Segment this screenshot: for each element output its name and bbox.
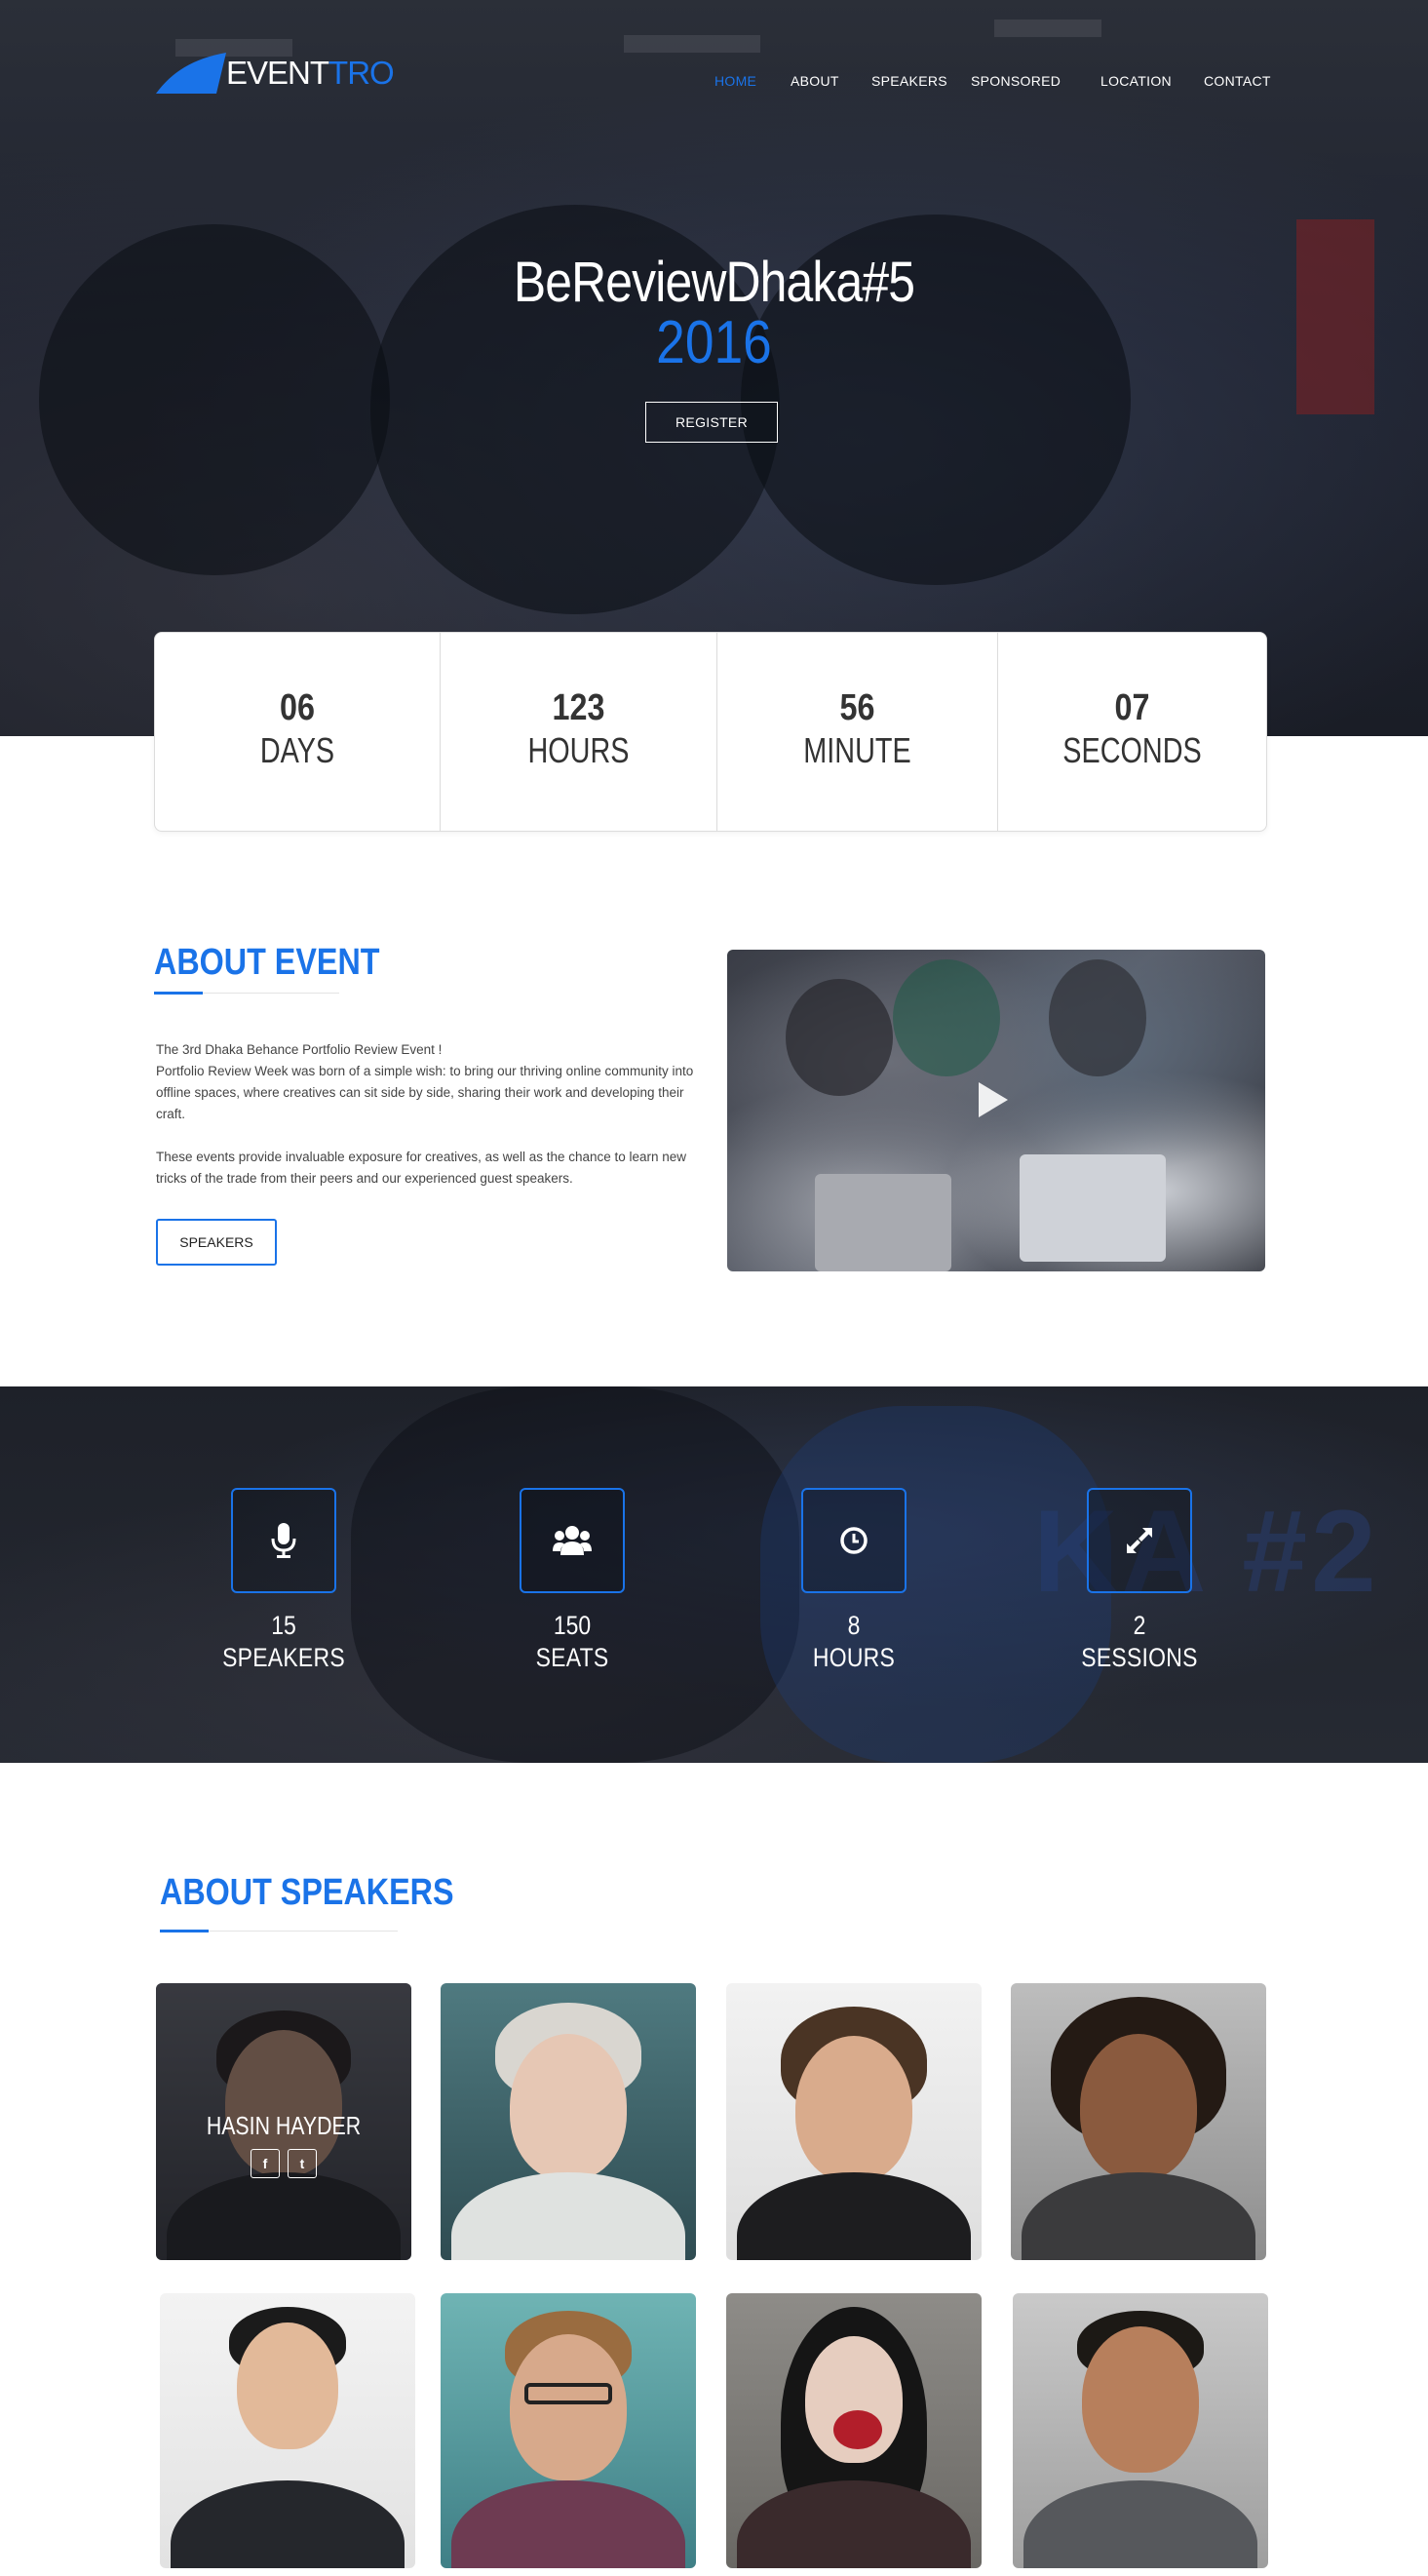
speaker-card[interactable]: HASIN HAYDER f t (156, 1983, 411, 2260)
speaker-card[interactable] (441, 2293, 696, 2568)
video-laptop-shape (1020, 1154, 1166, 1262)
stat-sessions-box (1087, 1488, 1192, 1593)
stat-sessions: 2 SESSIONS (1042, 1488, 1237, 1673)
speaker-body (171, 2480, 405, 2568)
countdown-days: 06 DAYS (155, 633, 441, 831)
speaker-body (737, 2480, 971, 2568)
speaker-card[interactable] (160, 2293, 415, 2568)
hero-section: EVENTTRO HOME ABOUT SPEAKERS SPONSORED L… (0, 0, 1428, 736)
stat-speakers-box (231, 1488, 336, 1593)
video-person-shape (786, 979, 893, 1096)
about-speakers-heading: ABOUT SPEAKERS (160, 1872, 454, 1913)
countdown-hours: 123 HOURS (441, 633, 717, 831)
register-button[interactable]: REGISTER (645, 402, 778, 443)
stat-seats: 150 SEATS (475, 1488, 670, 1673)
countdown-seconds-value: 07 (1114, 687, 1150, 728)
stat-speakers-label: SPEAKERS (222, 1643, 345, 1672)
nav-location[interactable]: LOCATION (1100, 73, 1172, 89)
stat-speakers: 15 SPEAKERS (186, 1488, 381, 1673)
speaker-photo (1080, 2034, 1197, 2180)
glasses-shape (524, 2383, 612, 2404)
countdown-seconds: 07 SECONDS (998, 633, 1266, 831)
speaker-photo (1082, 2326, 1199, 2473)
rose-shape (833, 2410, 882, 2449)
speaker-socials: f t (156, 2149, 411, 2178)
stat-hours-value: 8 (847, 1611, 861, 1640)
countdown-hours-label: HOURS (527, 730, 630, 770)
main-nav: HOME ABOUT SPEAKERS SPONSORED LOCATION C… (0, 73, 1428, 93)
stat-seats-box (520, 1488, 625, 1593)
countdown-timer: 06 DAYS 123 HOURS 56 MINUTE 07 SECONDS (154, 632, 1267, 832)
stat-seats-label: SEATS (535, 1643, 609, 1672)
stat-sessions-label: SESSIONS (1081, 1643, 1198, 1672)
expand-icon (1127, 1528, 1152, 1553)
stat-speakers-value: 15 (271, 1611, 296, 1640)
microphone-icon (271, 1523, 296, 1558)
clock-icon (840, 1527, 868, 1554)
speaker-card[interactable] (1013, 2293, 1268, 2568)
stats-band: KA #2 15 SPEAKERS 150 SEATS 8 HOURS 2 SE… (0, 1386, 1428, 1763)
nav-contact[interactable]: CONTACT (1204, 73, 1271, 89)
countdown-minute-value: 56 (839, 687, 875, 728)
stat-hours: 8 HOURS (756, 1488, 951, 1673)
about-event-heading: ABOUT EVENT (154, 942, 380, 983)
twitter-icon[interactable]: t (288, 2149, 317, 2178)
speaker-body (451, 2172, 685, 2260)
stat-hours-box (801, 1488, 907, 1593)
speaker-photo (510, 2034, 627, 2180)
about-line-1: The 3rd Dhaka Behance Portfolio Review E… (156, 1042, 443, 1057)
speaker-body (1023, 2480, 1257, 2568)
hero-title: BeReviewDhaka#5 (513, 251, 915, 314)
countdown-seconds-label: SECONDS (1062, 730, 1202, 770)
about-heading-underline (154, 992, 339, 995)
stat-seats-value: 150 (553, 1611, 592, 1640)
ceiling-light (624, 35, 760, 53)
speaker-body (737, 2172, 971, 2260)
nav-home[interactable]: HOME (714, 73, 756, 89)
users-icon (553, 1526, 592, 1555)
nav-sponsored[interactable]: SPONSORED (971, 73, 1061, 89)
speaker-photo (795, 2036, 912, 2182)
speakers-heading-underline (160, 1930, 398, 1932)
stat-hours-label: HOURS (812, 1643, 896, 1672)
speaker-photo (510, 2334, 627, 2480)
event-video[interactable] (727, 950, 1265, 1271)
play-icon[interactable] (979, 1082, 1008, 1117)
ceiling-light (994, 20, 1101, 37)
hero-year: 2016 (656, 309, 772, 376)
video-laptop-shape (815, 1174, 951, 1271)
video-person-shape (1049, 959, 1146, 1076)
about-event-description: The 3rd Dhaka Behance Portfolio Review E… (156, 1039, 702, 1211)
countdown-minute: 56 MINUTE (717, 633, 998, 831)
speaker-photo (237, 2322, 338, 2449)
countdown-days-value: 06 (280, 687, 315, 728)
speakers-button[interactable]: SPEAKERS (156, 1219, 277, 1266)
speaker-card[interactable] (726, 2293, 982, 2568)
video-person-shape (893, 959, 1000, 1076)
about-paragraph-2: These events provide invaluable exposure… (156, 1150, 687, 1186)
about-line-2: Portfolio Review Week was born of a simp… (156, 1064, 694, 1121)
countdown-hours-value: 123 (552, 687, 605, 728)
nav-speakers[interactable]: SPEAKERS (871, 73, 947, 89)
countdown-days-label: DAYS (259, 730, 335, 770)
countdown-minute-label: MINUTE (803, 730, 911, 770)
speaker-card[interactable] (726, 1983, 982, 2260)
stat-sessions-value: 2 (1133, 1611, 1146, 1640)
speaker-card[interactable] (441, 1983, 696, 2260)
speaker-body (451, 2480, 685, 2568)
speaker-body (1022, 2172, 1255, 2260)
facebook-icon[interactable]: f (251, 2149, 280, 2178)
nav-about[interactable]: ABOUT (791, 73, 839, 89)
speaker-name: HASIN HAYDER (206, 2111, 362, 2140)
speaker-card[interactable] (1011, 1983, 1266, 2260)
